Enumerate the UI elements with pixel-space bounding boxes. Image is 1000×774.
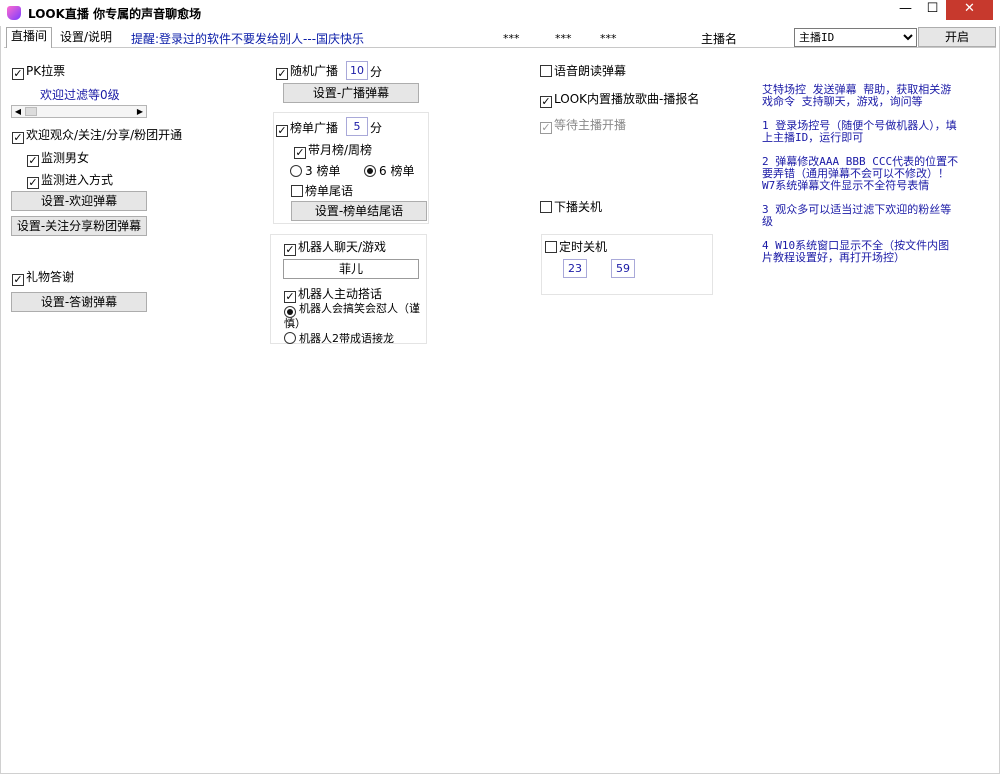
detect-entry-label: 监测进入方式	[41, 173, 114, 187]
random-broadcast-label: 随机广播	[290, 64, 339, 78]
robot-idiom-option[interactable]: 机器人2带成语接龙	[284, 330, 394, 346]
rank6-label: 6 榜单	[379, 164, 415, 178]
random-broadcast-checkbox[interactable]: ✓	[276, 68, 288, 80]
welcome-label: 欢迎观众/关注/分享/粉团开通	[26, 128, 183, 142]
rank-broadcast-minutes[interactable]: 5	[346, 117, 368, 136]
window-title: LOOK直播 你专属的声音聊愈场	[28, 7, 202, 21]
title-bar: LOOK直播 你专属的声音聊愈场 — ☐ ✕	[0, 0, 1000, 26]
pk-vote-label: PK拉票	[26, 64, 66, 78]
timer-shutdown-option[interactable]: 定时关机	[545, 238, 607, 255]
timer-shutdown-checkbox[interactable]	[545, 241, 557, 253]
month-week-label: 带月榜/周榜	[308, 143, 373, 157]
detect-gender-checkbox[interactable]: ✓	[27, 155, 39, 167]
rank6-option[interactable]: 6 榜单	[364, 162, 414, 179]
welcome-checkbox[interactable]: ✓	[12, 132, 24, 144]
robot-active-option[interactable]: ✓ 机器人主动搭话	[284, 285, 382, 303]
wait-anchor-label: 等待主播开播	[554, 118, 627, 132]
robot-joke-label: 机器人会搞笑会怼人（谨慎）	[284, 302, 420, 330]
wait-anchor-checkbox: ✓	[540, 121, 552, 134]
gift-thanks-label: 礼物答谢	[26, 270, 75, 284]
tab-settings[interactable]: 设置/说明	[56, 29, 116, 47]
rank3-option[interactable]: 3 榜单	[290, 162, 340, 179]
rank-broadcast-checkbox[interactable]: ✓	[276, 125, 288, 137]
detect-entry-option[interactable]: ✓ 监测进入方式	[27, 171, 113, 189]
set-welcome-button[interactable]: 设置-欢迎弹幕	[11, 191, 147, 211]
robot-idiom-radio[interactable]	[284, 332, 296, 344]
welcome-filter-label: 欢迎过滤等0级	[40, 88, 120, 102]
help-paragraph-2: 1 登录场控号（随便个号做机器人），填上主播ID，运行即可	[762, 119, 957, 144]
help-paragraph-4: 3 观众多可以适当过滤下欢迎的粉丝等级	[762, 203, 952, 228]
slider-thumb[interactable]	[25, 107, 37, 116]
arrow-right-icon[interactable]: ▶	[134, 106, 146, 117]
off-shutdown-checkbox[interactable]	[540, 201, 552, 213]
detect-gender-label: 监测男女	[41, 151, 90, 165]
stars-2: ***	[555, 32, 572, 45]
robot-name-input[interactable]: 菲儿	[283, 259, 419, 279]
robot-idiom-label: 机器人2带成语接龙	[299, 332, 394, 345]
close-button[interactable]: ✕	[946, 0, 993, 20]
stars-3: ***	[600, 32, 617, 45]
arrow-left-icon[interactable]: ◀	[12, 106, 24, 117]
pk-vote-checkbox[interactable]: ✓	[12, 68, 24, 80]
rank6-radio[interactable]	[364, 165, 376, 177]
voice-read-option[interactable]: 语音朗读弹幕	[540, 62, 626, 79]
help-paragraph-5: 4 W10系统窗口显示不全（按文件内图片教程设置好，再打开场控）	[762, 239, 950, 264]
help-paragraph-1: 艾特场控 发送弹幕 帮助，获取相关游戏命令 支持聊天，游戏，询问等	[762, 83, 952, 108]
random-minute-unit: 分	[370, 65, 383, 79]
robot-joke-option[interactable]: 机器人会搞笑会怼人（谨慎）	[284, 303, 428, 329]
stars-1: ***	[503, 32, 520, 45]
rank-ending-checkbox[interactable]	[291, 185, 303, 197]
gift-thanks-option[interactable]: ✓ 礼物答谢	[12, 268, 74, 286]
pk-vote-option[interactable]: ✓ PK拉票	[12, 62, 65, 80]
random-broadcast-option[interactable]: ✓ 随机广播	[276, 62, 338, 80]
anchor-label: 主播名	[701, 32, 738, 46]
rank3-label: 3 榜单	[305, 164, 341, 178]
help-info: 艾特场控 发送弹幕 帮助，获取相关游戏命令 支持聊天，游戏，询问等 1 登录场控…	[762, 84, 960, 264]
robot-chat-label: 机器人聊天/游戏	[298, 240, 387, 254]
look-song-checkbox[interactable]: ✓	[540, 96, 552, 108]
look-song-option[interactable]: ✓ LOOK内置播放歌曲-播报名	[540, 90, 699, 108]
detect-entry-checkbox[interactable]: ✓	[27, 177, 39, 189]
minimize-button[interactable]: —	[892, 0, 919, 20]
gift-thanks-checkbox[interactable]: ✓	[12, 274, 24, 286]
welcome-option[interactable]: ✓ 欢迎观众/关注/分享/粉团开通	[12, 126, 182, 144]
maximize-button[interactable]: ☐	[919, 0, 946, 20]
voice-read-label: 语音朗读弹幕	[554, 64, 627, 78]
filter-level-slider[interactable]: ◀ ▶	[11, 105, 147, 118]
robot-joke-radio[interactable]	[284, 306, 296, 318]
tip-text: 提醒:登录过的软件不要发给别人---国庆快乐	[131, 32, 365, 46]
help-paragraph-3: 2 弹幕修改AAA BBB CCC代表的位置不要弄错（通用弹幕不会可以不修改）！…	[762, 155, 959, 192]
anchor-select[interactable]: 主播ID	[794, 28, 917, 47]
shutdown-hour-input[interactable]: 23	[563, 259, 587, 278]
shutdown-minute-input[interactable]: 59	[611, 259, 635, 278]
robot-active-label: 机器人主动搭话	[298, 287, 383, 301]
random-broadcast-minutes[interactable]: 10	[346, 61, 368, 80]
look-song-label: LOOK内置播放歌曲-播报名	[554, 92, 700, 106]
rank-broadcast-label: 榜单广播	[290, 121, 339, 135]
set-follow-share-button[interactable]: 设置-关注分享粉团弹幕	[11, 216, 147, 236]
set-thanks-button[interactable]: 设置-答谢弹幕	[11, 292, 147, 312]
start-button[interactable]: 开启	[918, 27, 996, 47]
off-shutdown-option[interactable]: 下播关机	[540, 198, 602, 215]
off-shutdown-label: 下播关机	[554, 200, 603, 214]
robot-chat-checkbox[interactable]: ✓	[284, 244, 296, 256]
rank-minute-unit: 分	[370, 121, 383, 135]
rank-ending-option[interactable]: 榜单尾语	[291, 182, 353, 199]
robot-active-checkbox[interactable]: ✓	[284, 291, 296, 303]
timer-shutdown-label: 定时关机	[559, 240, 608, 254]
rank-ending-label: 榜单尾语	[305, 184, 354, 198]
app-logo-icon	[7, 6, 21, 20]
rank3-radio[interactable]	[290, 165, 302, 177]
month-week-checkbox[interactable]: ✓	[294, 147, 306, 159]
voice-read-checkbox[interactable]	[540, 65, 552, 77]
set-rank-ending-button[interactable]: 设置-榜单结尾语	[291, 201, 427, 221]
robot-chat-option[interactable]: ✓ 机器人聊天/游戏	[284, 238, 386, 256]
set-broadcast-button[interactable]: 设置-广播弹幕	[283, 83, 419, 103]
wait-anchor-option: ✓ 等待主播开播	[540, 116, 626, 134]
tab-live-room[interactable]: 直播间	[6, 27, 53, 48]
month-week-option[interactable]: ✓ 带月榜/周榜	[294, 141, 372, 159]
detect-gender-option[interactable]: ✓ 监测男女	[27, 149, 89, 167]
rank-broadcast-option[interactable]: ✓ 榜单广播	[276, 119, 338, 137]
